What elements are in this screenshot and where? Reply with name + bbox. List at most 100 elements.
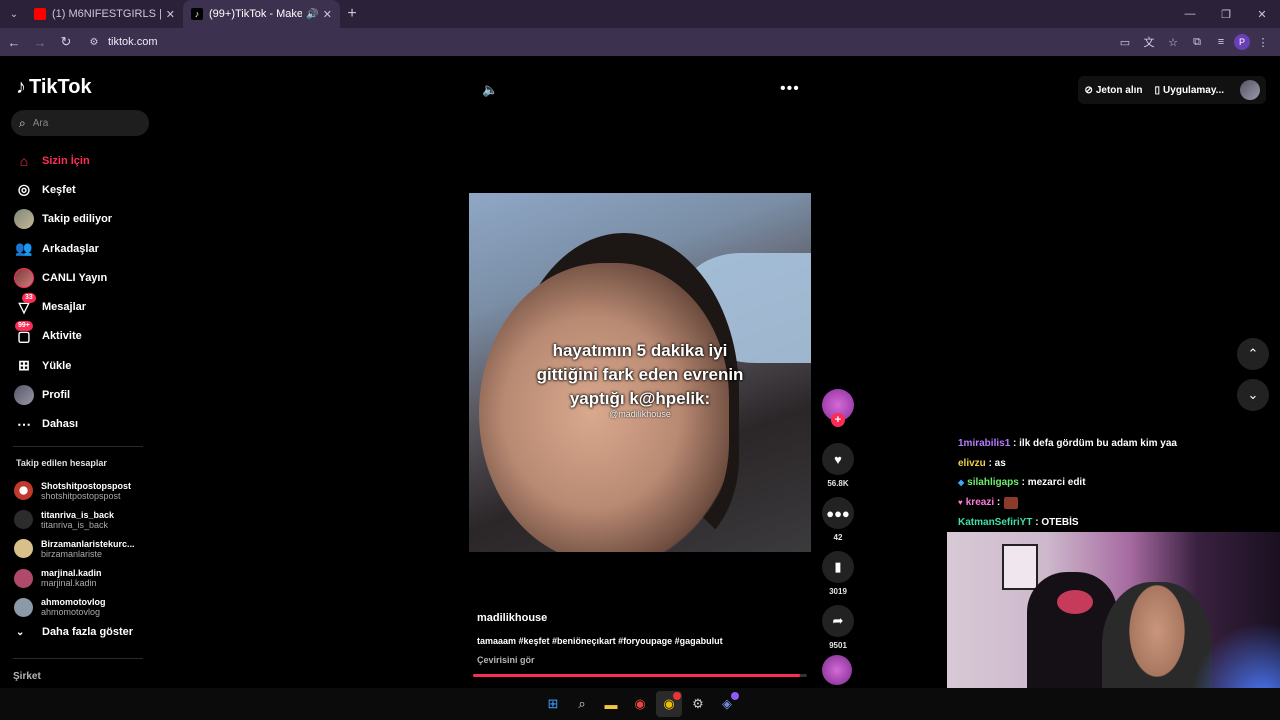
more-options-icon[interactable]: ••• (780, 80, 800, 98)
site-info-icon[interactable]: ⚙ (86, 34, 102, 50)
comment-action[interactable]: ●●● 42 (822, 497, 854, 543)
chat-message: 1mirabilis1 : ilk defa gördüm bu adam ki… (958, 434, 1278, 454)
chevron-down-icon: ⌄ (16, 626, 25, 638)
heart-icon[interactable]: ♥ (822, 443, 854, 475)
share-icon[interactable]: ➦ (822, 605, 854, 637)
list-item[interactable]: ahmomotovlog ahmomotovlog (14, 593, 154, 622)
tiktok-logo[interactable]: ♪ TikTok (16, 76, 92, 99)
like-action[interactable]: ♥ 56.8K (822, 443, 854, 489)
discord-icon[interactable]: ◈ (714, 691, 740, 717)
chat-badge-icon: ◆ (958, 478, 965, 488)
video-author[interactable]: madilikhouse (477, 612, 547, 624)
comment-icon[interactable]: ●●● (822, 497, 854, 529)
upload-icon: ⊞ (18, 357, 30, 374)
close-window-button[interactable]: ✕ (1244, 0, 1280, 28)
company-link[interactable]: Şirket (13, 671, 41, 682)
settings-icon[interactable]: ⚙ (685, 691, 711, 717)
show-more-button[interactable]: ⌄ Daha fazla göster (16, 626, 133, 638)
file-explorer-icon[interactable]: ▬ (598, 691, 624, 717)
account-handle: birzamanlariste (41, 548, 103, 559)
sidebar-item-label: Yükle (42, 359, 72, 372)
save-action[interactable]: ▮ 3019 (822, 551, 854, 597)
list-item[interactable]: Shotshitpostopspost shotshitpostopspost (14, 476, 154, 505)
sidebar-item-messages[interactable]: ▽ 33 Mesajlar (13, 292, 153, 321)
cast-icon[interactable]: ▭ (1114, 30, 1136, 54)
user-avatar[interactable] (1240, 80, 1260, 100)
browser-tab-strip: ⌄ (1) M6NIFESTGIRLS | 1. Bölüm ✕ ♪ (99+)… (0, 0, 1280, 28)
extensions-icon[interactable]: ⧉ (1186, 30, 1208, 54)
chrome-icon[interactable]: ◉ (627, 691, 653, 717)
sidebar-item-more[interactable]: ⋯ Dahası (13, 410, 153, 439)
sidebar-item-for-you[interactable]: ⌂ Sizin İçin (13, 146, 153, 175)
chat-text: : OTEBİS (1035, 516, 1079, 528)
search-box[interactable]: ⌕ (11, 110, 149, 136)
sidebar-item-live[interactable]: CANLI Yayın (13, 263, 153, 292)
get-app-button[interactable]: ▯ Uygulamay... (1149, 85, 1230, 96)
close-tab-icon[interactable]: ✕ (166, 8, 175, 21)
sidebar-item-label: Sizin İçin (42, 154, 90, 167)
sidebar-item-explore[interactable]: ◎ Keşfet (13, 175, 153, 204)
audio-playing-icon[interactable]: 🔊 (306, 9, 318, 20)
sidebar-item-label: Mesajlar (42, 301, 87, 314)
video-description: tamaaam #keşfet #beniöneçıkart #foryoupa… (477, 636, 723, 646)
windows-start-icon[interactable]: ⊞ (540, 691, 566, 717)
minimize-button[interactable]: — (1172, 0, 1208, 28)
search-icon: ⌕ (19, 115, 26, 130)
browser-tab-tiktok[interactable]: ♪ (99+)TikTok - Make Your Da 🔊 ✕ (183, 0, 340, 28)
address-bar[interactable]: ⚙ tiktok.com (86, 31, 1096, 53)
chrome-active-icon[interactable]: ◉ (656, 691, 682, 717)
video-progress-bar[interactable] (473, 674, 807, 677)
bookmark-star-icon[interactable]: ☆ (1162, 30, 1184, 54)
list-item[interactable]: marjinal.kadin marjinal.kadin (14, 564, 154, 593)
sidebar-item-label: Dahası (42, 418, 79, 431)
next-video-button[interactable]: ⌄ (1237, 379, 1269, 411)
chat-username: kreazi (965, 497, 995, 509)
tab-title: (99+)TikTok - Make Your Da (209, 8, 303, 20)
list-item[interactable]: Birzamanlaristekurc... birzamanlariste (14, 534, 154, 563)
account-avatar (14, 481, 33, 501)
reload-button[interactable]: ↻ (54, 30, 78, 54)
chat-message: KatmanSefiriYT : OTEBİS (958, 512, 1278, 532)
follow-plus-icon[interactable]: + (831, 413, 845, 427)
search-input[interactable] (32, 117, 123, 129)
caption-line: yaptığı k@hpelik: (569, 389, 711, 408)
profile-avatar-button[interactable]: P (1234, 34, 1250, 50)
sidebar-item-upload[interactable]: ⊞ Yükle (13, 351, 153, 380)
volume-icon[interactable]: 🔈 (482, 82, 498, 98)
chat-text: : as (988, 457, 1006, 469)
close-tab-icon[interactable]: ✕ (323, 8, 332, 21)
chat-text: : ilk defa gördüm bu adam kim yaa (1013, 438, 1177, 450)
chat-badge-icon: ♥ (958, 498, 963, 508)
restore-button[interactable]: ❐ (1208, 0, 1244, 28)
translate-icon[interactable]: 文 (1138, 30, 1160, 54)
sidebar-item-friends[interactable]: 👥 Arkadaşlar (13, 234, 153, 263)
search-icon[interactable]: ⌕ (569, 691, 595, 717)
media-controls-icon[interactable]: ≡ (1210, 30, 1232, 54)
sidebar-item-following[interactable]: Takip ediliyor (13, 205, 153, 234)
video-player[interactable]: hayatımın 5 dakika iyi gittiğini fark ed… (469, 193, 811, 552)
account-name: marjinal.kadin (41, 568, 102, 579)
save-count: 3019 (829, 587, 847, 596)
new-tab-button[interactable]: + (340, 5, 364, 23)
bookmark-icon[interactable]: ▮ (822, 551, 854, 583)
get-coins-button[interactable]: ⊘ Jeton alın (1078, 85, 1148, 96)
sidebar-item-activity[interactable]: ▢ 99+ Aktivite (13, 321, 153, 351)
back-button[interactable]: ← (2, 30, 26, 54)
creator-avatar[interactable]: + (822, 389, 854, 427)
video-actions: + ♥ 56.8K ●●● 42 ▮ 3019 ➦ 9501 (822, 389, 856, 685)
brand-name: TikTok (29, 76, 92, 98)
list-item[interactable]: titanriva_is_back titanriva_is_back (14, 505, 154, 534)
sidebar-item-profile[interactable]: Profil (13, 380, 153, 409)
previous-video-button[interactable]: ⌃ (1237, 338, 1269, 370)
music-disc-icon[interactable] (822, 655, 852, 685)
chat-username: elivzu (958, 457, 986, 469)
forward-button[interactable]: → (28, 30, 52, 54)
browser-tab-youtube[interactable]: (1) M6NIFESTGIRLS | 1. Bölüm ✕ (26, 0, 183, 28)
share-action[interactable]: ➦ 9501 (822, 605, 854, 651)
see-translation-link[interactable]: Çevirisini gör (477, 655, 535, 665)
tab-search-button[interactable]: ⌄ (2, 2, 26, 26)
following-accounts-title: Takip edilen hesaplar (16, 458, 107, 468)
browser-menu-icon[interactable]: ⋮ (1252, 30, 1274, 54)
activity-icon: ▢ 99+ (13, 321, 35, 347)
chat-username: silahligaps (967, 477, 1019, 489)
